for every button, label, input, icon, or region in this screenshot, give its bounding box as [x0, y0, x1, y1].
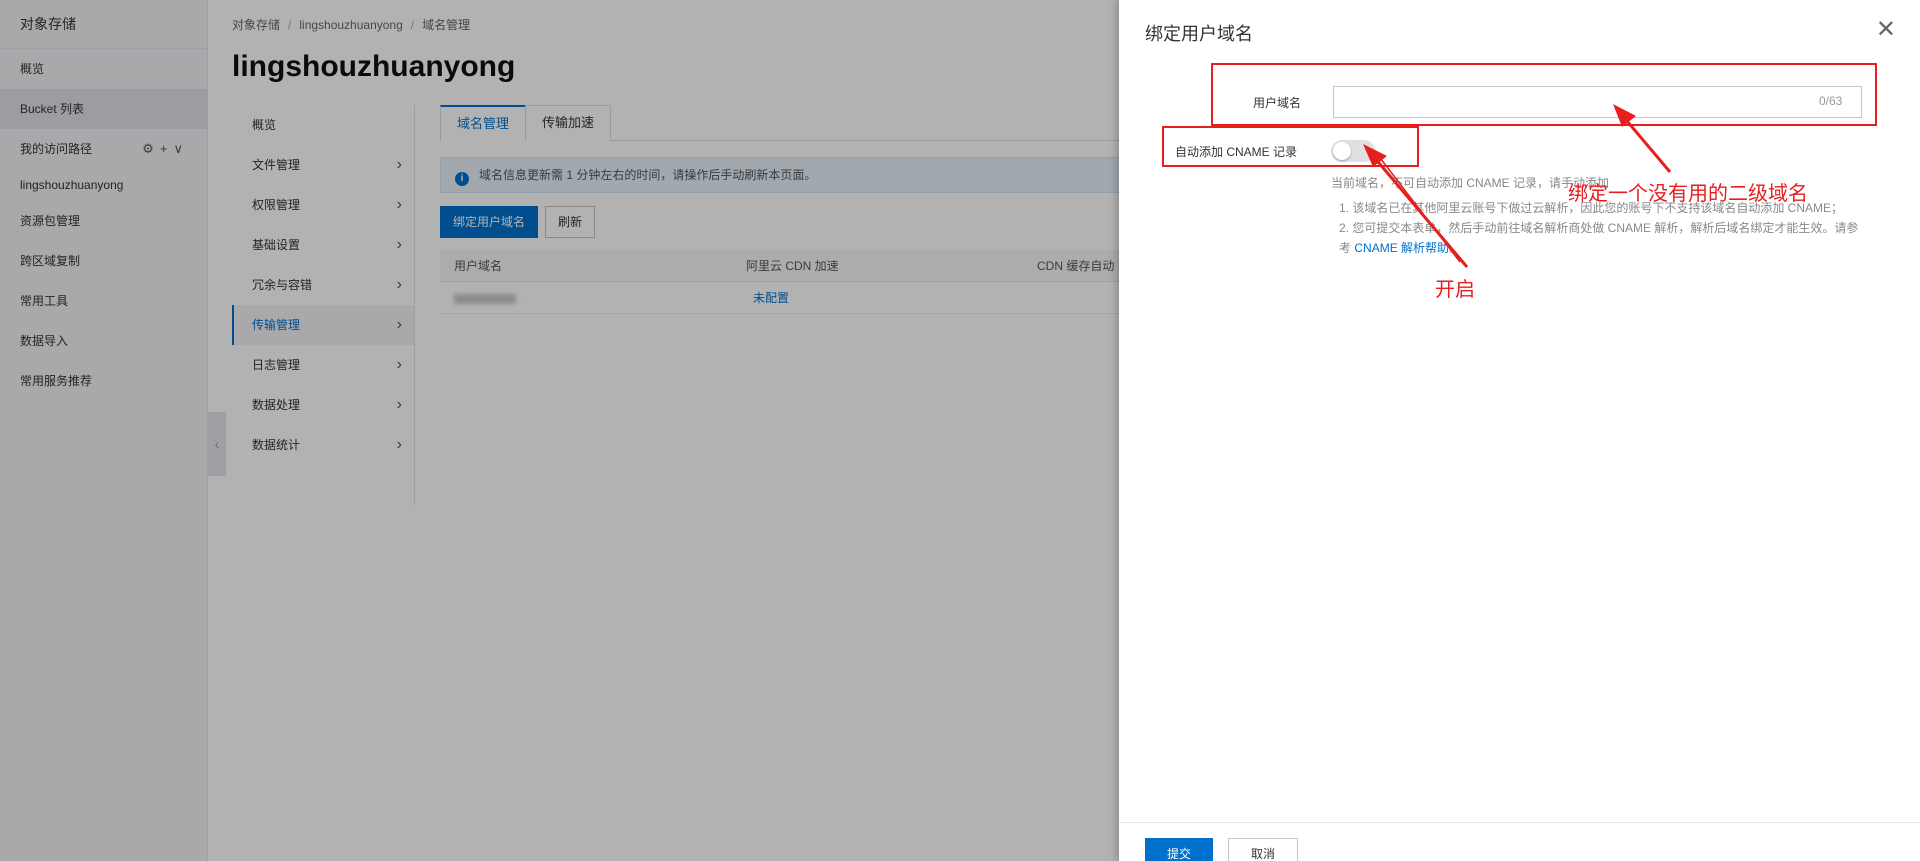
- close-icon[interactable]: ✕: [1876, 14, 1896, 46]
- cname-help-link[interactable]: CNAME 解析帮助: [1354, 241, 1449, 255]
- annotation-domain-note: 绑定一个没有用的二级域名: [1568, 181, 1808, 205]
- hint-item: 2. 您可提交本表单，然后手动前往域名解析商处做 CNAME 解析，解析后域名绑…: [1339, 218, 1869, 258]
- drawer-title: 绑定用户域名: [1145, 24, 1253, 44]
- cancel-button[interactable]: 取消: [1228, 838, 1299, 861]
- cname-hint-list: 1. 该域名已在其他阿里云账号下做过云解析，因此您的账号下不支持该域名自动添加 …: [1339, 198, 1869, 258]
- submit-button[interactable]: 提交: [1145, 838, 1214, 861]
- modal-mask[interactable]: [0, 0, 1120, 861]
- footer-divider: [1119, 822, 1920, 823]
- annotation-box-toggle: [1162, 126, 1419, 167]
- annotation-toggle-note: 开启: [1435, 277, 1475, 301]
- hint-item-end: 。: [1449, 241, 1462, 255]
- annotation-box-domain: [1211, 63, 1877, 126]
